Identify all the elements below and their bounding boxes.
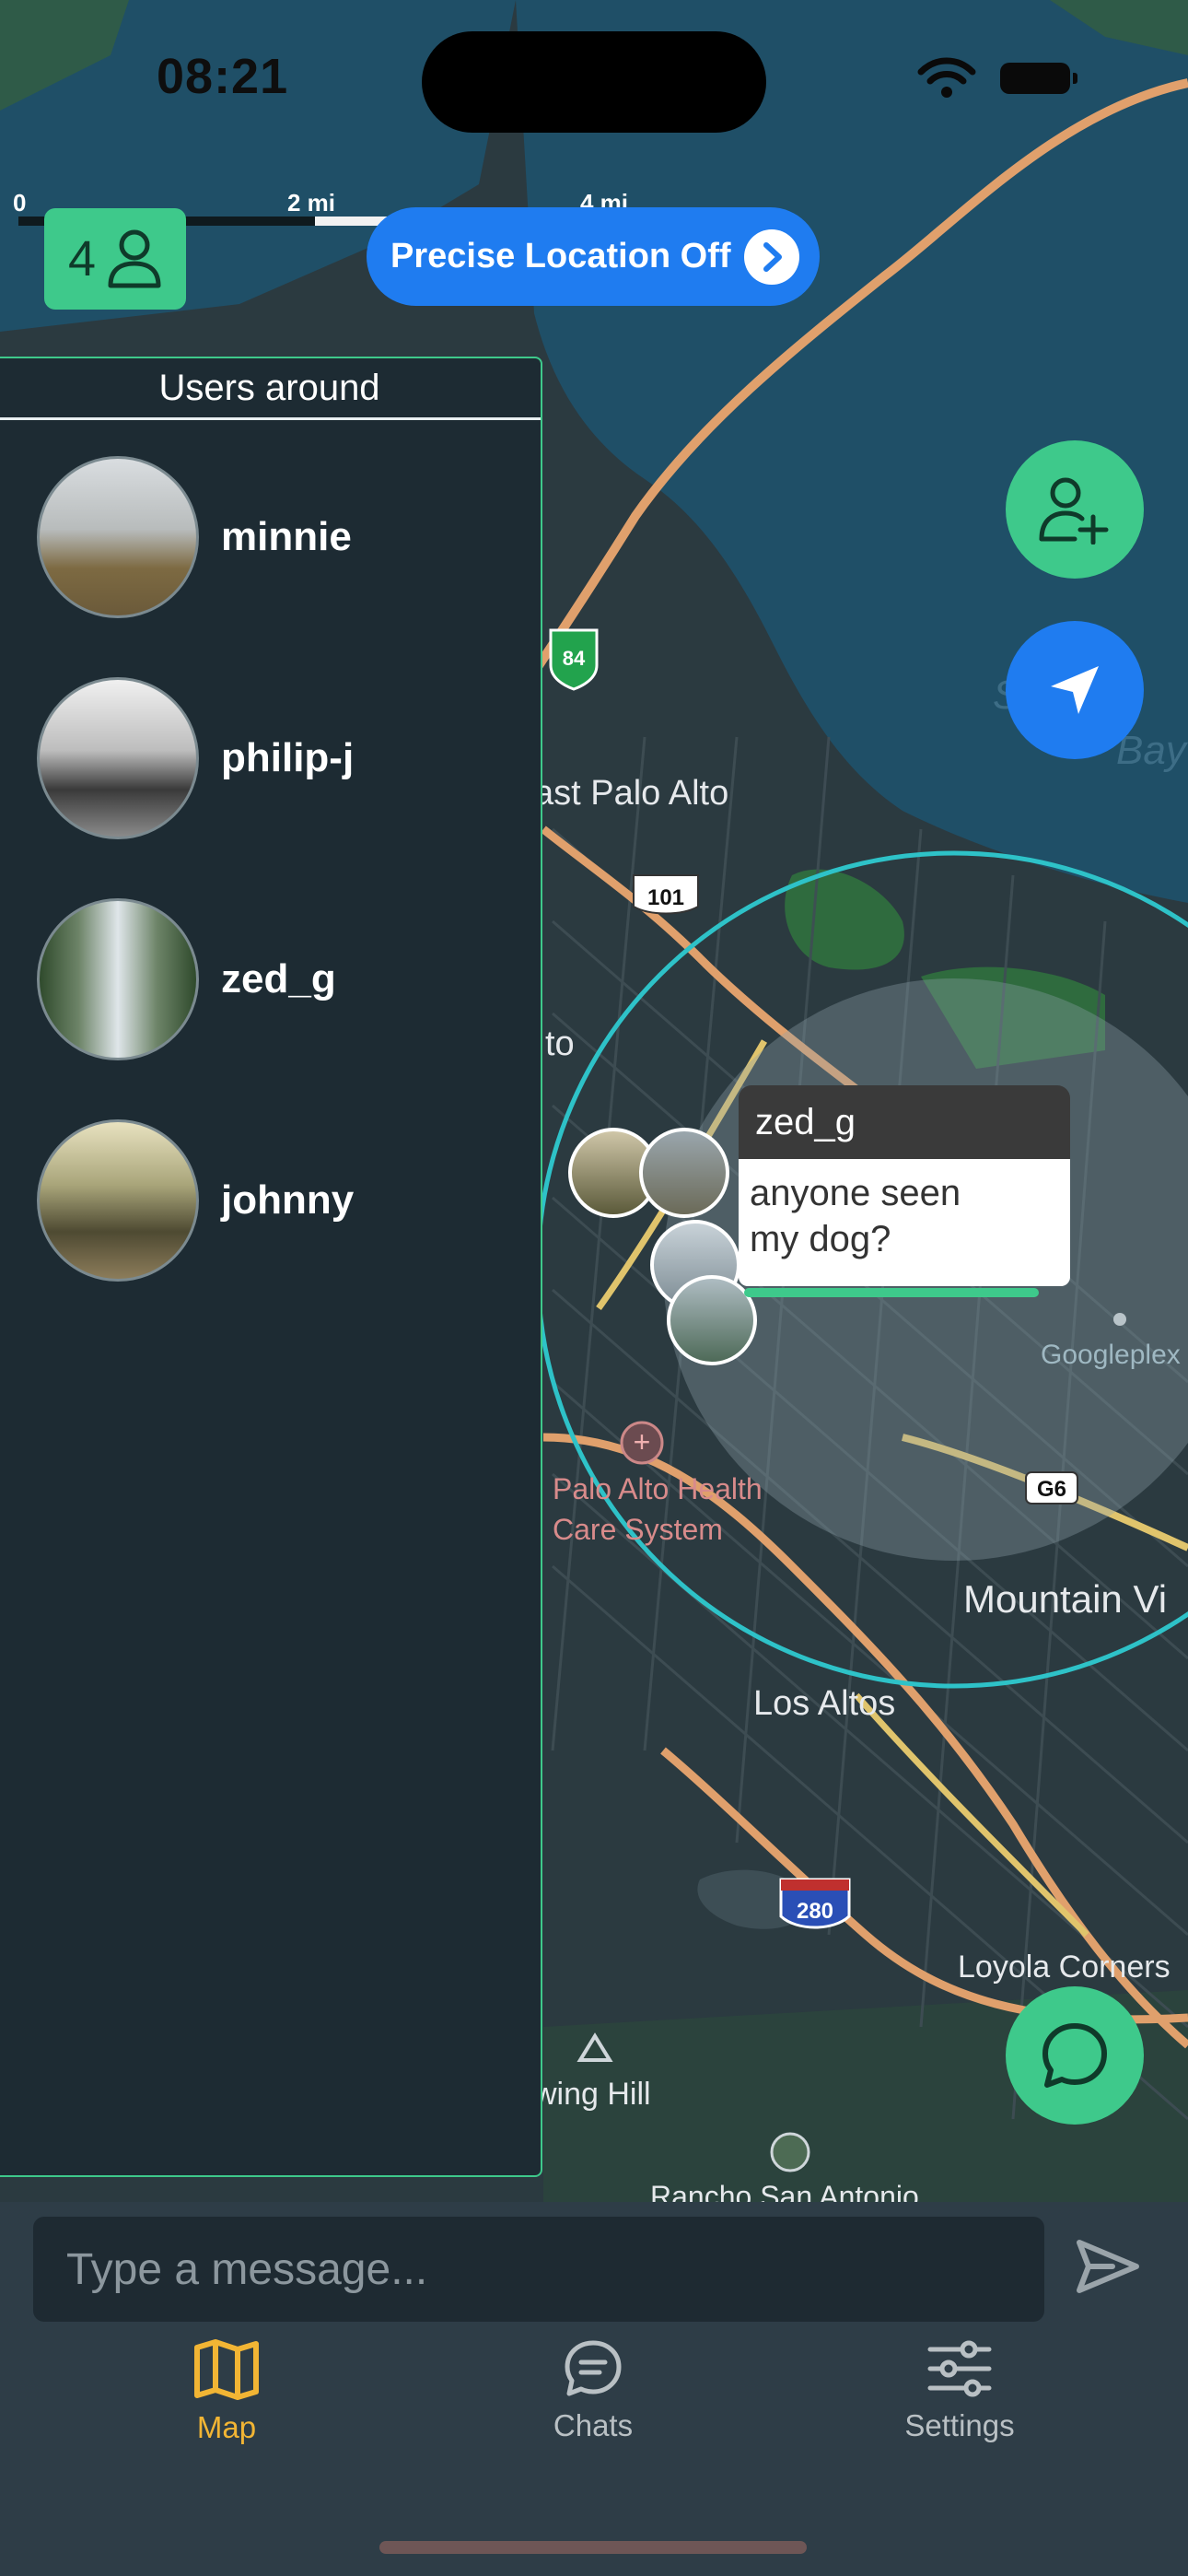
person-plus-icon [1039,477,1109,544]
status-time: 08:21 [157,49,289,104]
users-panel-title: Users around [0,358,541,420]
avatar [37,456,199,618]
tab-chats[interactable]: Chats [483,2338,704,2443]
chat-bubble-icon [1042,2023,1107,2088]
tab-chats-label: Chats [553,2408,634,2442]
chat-bubble-progress [744,1288,1039,1297]
chat-bubble-sender: zed_g [739,1085,1070,1159]
person-icon [108,229,161,288]
sliders-icon [927,2340,992,2397]
svg-text:280: 280 [797,1899,833,1924]
precise-location-button[interactable]: Precise Location Off [367,207,820,306]
scale-label-0: 0 [13,189,27,217]
map-label-east-palo-alto: ast Palo Alto [534,774,729,813]
chat-bubble[interactable]: zed_g anyone seen my dog? [739,1085,1070,1297]
avatar [37,898,199,1060]
svg-text:G6: G6 [1037,1477,1066,1502]
map-user-avatar[interactable] [639,1128,729,1218]
chat-bubble-line-2: my dog? [750,1219,891,1259]
avatar [37,677,199,839]
user-name: johnny [221,1177,355,1223]
user-name: philip-j [221,735,355,780]
user-row-zed-g[interactable]: zed_g [37,898,336,1060]
map-icon [194,2339,259,2400]
open-chat-button[interactable] [1006,1986,1144,2125]
add-user-button[interactable] [1006,440,1144,579]
user-name: zed_g [221,956,336,1001]
tab-settings-label: Settings [904,2408,1015,2442]
map-label-mountain-view: Mountain Vi [963,1577,1168,1621]
chat-bubble-line-1: anyone seen [750,1173,961,1213]
svg-text:+: + [634,1425,651,1458]
map-label-wing-hill: wing Hill [534,2077,651,2112]
map-label-loyola-corners: Loyola Corners [958,1950,1171,1985]
tab-map-label: Map [196,2410,257,2444]
user-count-button[interactable]: 4 [44,208,186,310]
message-input[interactable] [33,2217,1044,2322]
map-label-googleplex: Googleplex [1041,1340,1181,1370]
home-indicator [379,2541,807,2554]
users-around-panel[interactable]: Users around minnie philip-j zed_g johnn… [0,357,542,2177]
location-arrow-icon [1051,666,1099,714]
user-name: minnie [221,514,352,559]
map-label-health-1: Palo Alto Health [553,1472,763,1505]
send-icon[interactable] [1076,2237,1140,2296]
tab-settings[interactable]: Settings [849,2338,1070,2443]
map-label-rancho: Rancho San Antonio [650,2180,919,2202]
user-row-johnny[interactable]: johnny [37,1119,354,1282]
chat-icon [565,2340,622,2396]
avatar [37,1119,199,1282]
user-row-minnie[interactable]: minnie [37,456,352,618]
user-count-value: 4 [67,231,97,287]
precise-location-label: Precise Location Off [390,237,731,275]
chat-bubble-message: anyone seen my dog? [739,1159,1070,1286]
svg-text:101: 101 [647,885,684,910]
map-label-palo-alto: to [545,1025,575,1063]
locate-me-button[interactable] [1006,621,1144,759]
dynamic-island [422,31,766,133]
tab-map[interactable]: Map [116,2338,337,2445]
battery-icon [1000,63,1077,94]
chevron-right-icon [744,228,799,285]
map-label-health-2: Care System [553,1513,723,1546]
map-label-los-altos: Los Altos [753,1684,896,1723]
user-row-philip-j[interactable]: philip-j [37,677,354,839]
wifi-icon [917,57,976,98]
scale-label-2mi: 2 mi [287,189,336,217]
route-shield-84: 84 [563,647,586,670]
